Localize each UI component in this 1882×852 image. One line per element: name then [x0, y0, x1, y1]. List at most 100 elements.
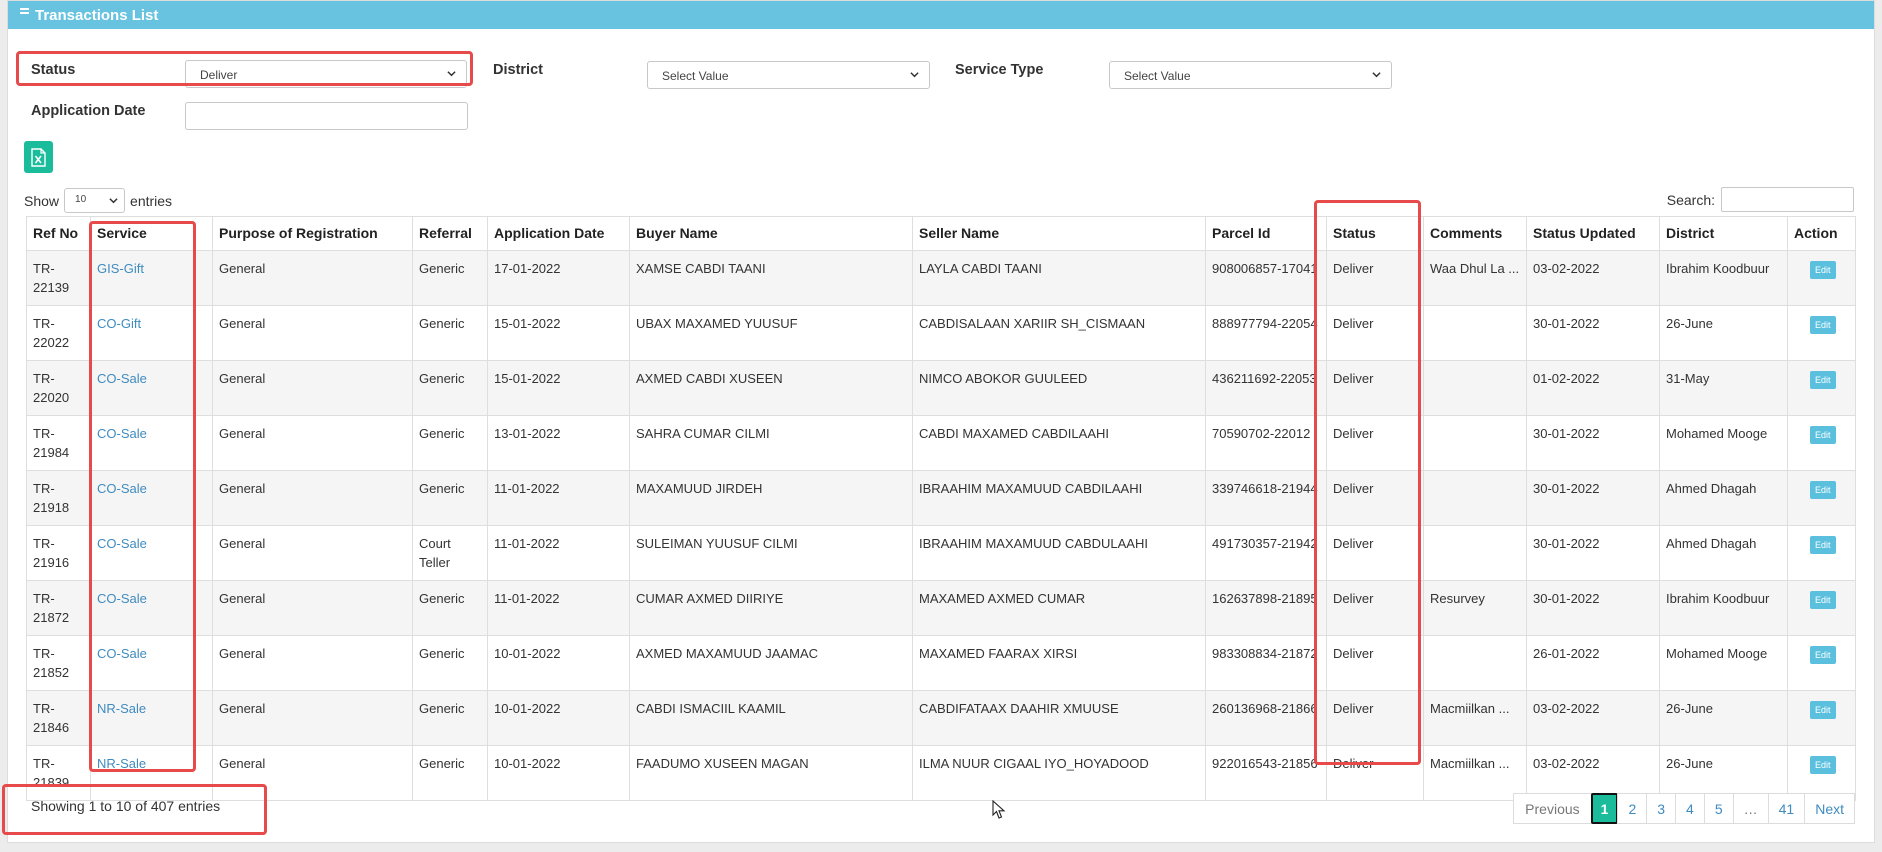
service-link[interactable]: CO-Gift — [97, 316, 141, 331]
status-updated-cell: 26-01-2022 — [1526, 635, 1660, 691]
column-header[interactable]: District — [1659, 216, 1788, 251]
edit-button[interactable]: Edit — [1810, 316, 1836, 334]
transactions-table: Ref No Service Purpose of Registration R… — [26, 216, 1856, 801]
search-input[interactable] — [1721, 187, 1854, 212]
service-link[interactable]: CO-Sale — [97, 646, 147, 661]
column-header[interactable]: Comments — [1423, 216, 1527, 251]
seller-name-cell: LAYLA CABDI TAANI — [912, 250, 1206, 306]
service-cell: CO-Sale — [90, 360, 213, 416]
column-header[interactable]: Ref No — [26, 216, 91, 251]
application-date-cell: 11-01-2022 — [487, 525, 630, 581]
service-link[interactable]: GIS-Gift — [97, 261, 144, 276]
edit-button[interactable]: Edit — [1810, 426, 1836, 444]
buyer-name-cell: CABDI ISMACIIL KAAMIL — [629, 690, 913, 746]
application-date-cell: 10-01-2022 — [487, 745, 630, 801]
edit-button[interactable]: Edit — [1810, 261, 1836, 279]
column-header[interactable]: Buyer Name — [629, 216, 913, 251]
buyer-name-cell: MAXAMUUD JIRDEH — [629, 470, 913, 526]
pagination-ellipsis: … — [1732, 793, 1769, 824]
buyer-name-cell: SULEIMAN YUUSUF CILMI — [629, 525, 913, 581]
service-link[interactable]: CO-Sale — [97, 591, 147, 606]
service-link[interactable]: CO-Sale — [97, 371, 147, 386]
district-cell: 31-May — [1659, 360, 1788, 416]
service-cell: CO-Sale — [90, 415, 213, 471]
chevron-down-icon — [109, 198, 118, 204]
seller-name-cell: CABDISALAAN XARIIR SH_CISMAAN — [912, 305, 1206, 361]
edit-button[interactable]: Edit — [1810, 371, 1836, 389]
status-cell: Deliver — [1326, 470, 1424, 526]
status-cell: Deliver — [1326, 525, 1424, 581]
district-cell: Ibrahim Koodbuur — [1659, 580, 1788, 636]
edit-button[interactable]: Edit — [1810, 756, 1836, 774]
edit-button[interactable]: Edit — [1810, 646, 1836, 664]
edit-button[interactable]: Edit — [1810, 481, 1836, 499]
action-cell: Edit — [1787, 305, 1856, 361]
column-header[interactable]: Purpose of Registration — [212, 216, 413, 251]
column-header[interactable]: Status Updated — [1526, 216, 1660, 251]
status-updated-cell: 01-02-2022 — [1526, 360, 1660, 416]
application-date-input[interactable] — [185, 102, 468, 130]
page-title: Transactions List — [35, 6, 159, 24]
service-link[interactable]: CO-Sale — [97, 536, 147, 551]
action-cell: Edit — [1787, 250, 1856, 306]
purpose-cell: General — [212, 360, 413, 416]
pagination: Previous 1 2 3 4 5 … 41 Next — [1513, 793, 1855, 824]
ref-no-cell: TR-21846 — [26, 690, 91, 746]
comments-cell — [1423, 470, 1527, 526]
edit-button[interactable]: Edit — [1810, 701, 1836, 719]
page-link[interactable]: 5 — [1703, 793, 1734, 824]
edit-button[interactable]: Edit — [1810, 591, 1836, 609]
status-cell: Deliver — [1326, 745, 1424, 801]
parcel-id-cell: 260136968-21866 — [1205, 690, 1327, 746]
column-header[interactable]: Seller Name — [912, 216, 1206, 251]
referral-cell: Generic — [412, 635, 488, 691]
chevron-down-icon — [447, 71, 456, 77]
buyer-name-cell: AXMED MAXAMUUD JAAMAC — [629, 635, 913, 691]
page-link[interactable]: 41 — [1767, 793, 1806, 824]
service-type-filter-select[interactable]: Select Value — [1109, 61, 1392, 89]
table-search: Search: — [1667, 187, 1854, 212]
purpose-cell: General — [212, 525, 413, 581]
buyer-name-cell: XAMSE CABDI TAANI — [629, 250, 913, 306]
column-header[interactable]: Status — [1326, 216, 1424, 251]
status-cell: Deliver — [1326, 305, 1424, 361]
seller-name-cell: IBRAAHIM MAXAMUUD CABDILAAHI — [912, 470, 1206, 526]
pagination-next[interactable]: Next — [1804, 793, 1855, 824]
service-link[interactable]: NR-Sale — [97, 756, 146, 771]
status-updated-cell: 03-02-2022 — [1526, 690, 1660, 746]
page-link[interactable]: 4 — [1675, 793, 1705, 824]
excel-export-button[interactable] — [24, 141, 53, 173]
service-link[interactable]: NR-Sale — [97, 701, 146, 716]
status-cell: Deliver — [1326, 690, 1424, 746]
action-cell: Edit — [1787, 635, 1856, 691]
referral-cell: Generic — [412, 360, 488, 416]
district-filter-select[interactable]: Select Value — [647, 61, 930, 89]
application-date-cell: 10-01-2022 — [487, 690, 630, 746]
seller-name-cell: CABDI MAXAMED CABDILAAHI — [912, 415, 1206, 471]
entries-length-value: 10 — [75, 194, 87, 205]
service-link[interactable]: CO-Sale — [97, 426, 147, 441]
ref-no-cell: TR-21984 — [26, 415, 91, 471]
service-cell: CO-Sale — [90, 635, 213, 691]
page-link[interactable]: 3 — [1646, 793, 1677, 824]
column-header[interactable]: Service — [90, 216, 213, 251]
page-link[interactable]: 2 — [1617, 793, 1648, 824]
column-header[interactable]: Application Date — [487, 216, 630, 251]
table-row: TR-21918 CO-Sale General Generic 11-01-2022 M… — [26, 470, 1856, 526]
page-link[interactable]: 1 — [1590, 793, 1619, 824]
column-header[interactable]: Parcel Id — [1205, 216, 1327, 251]
parcel-id-cell: 888977794-22054 — [1205, 305, 1327, 361]
entries-length-select[interactable]: 10 — [64, 188, 126, 213]
column-header[interactable]: Action — [1787, 216, 1856, 251]
edit-button[interactable]: Edit — [1810, 536, 1836, 554]
chevron-down-icon — [910, 72, 919, 78]
buyer-name-cell: FAADUMO XUSEEN MAGAN — [629, 745, 913, 801]
status-filter-select[interactable]: Deliver — [185, 60, 467, 88]
referral-cell: Generic — [412, 745, 488, 801]
service-link[interactable]: CO-Sale — [97, 481, 147, 496]
mouse-cursor-icon — [992, 800, 1006, 819]
column-header[interactable]: Referral — [412, 216, 488, 251]
action-cell: Edit — [1787, 415, 1856, 471]
table-row: TR-22020 CO-Sale General Generic 15-01-2022 A… — [26, 360, 1856, 416]
pagination-previous[interactable]: Previous — [1513, 793, 1592, 824]
